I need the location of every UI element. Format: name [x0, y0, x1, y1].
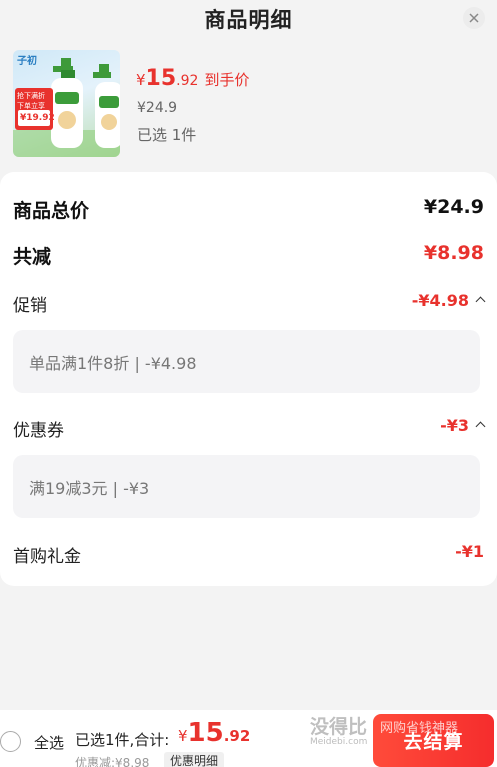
- watermark-sub: Meidebi.com: [310, 737, 368, 747]
- price-integer: 15: [145, 66, 177, 91]
- thumb-promo-2: 下单立享: [17, 102, 45, 110]
- total-reduction-label: 共减: [13, 246, 52, 268]
- close-icon: [469, 13, 479, 23]
- promotion-detail: 单品满1件8折 | -¥4.98: [13, 330, 480, 393]
- total-price-value: ¥24.9: [423, 196, 484, 218]
- coupon-value-group: -¥3: [440, 416, 486, 435]
- promotion-value-group: -¥4.98: [411, 291, 486, 310]
- selected-count: 已选 1件: [137, 126, 197, 144]
- coupon-label: 优惠券: [13, 421, 64, 441]
- sum-decimal: .92: [223, 727, 251, 745]
- promotion-label: 促销: [13, 296, 47, 316]
- thumb-price: ¥19.92: [20, 113, 55, 123]
- discount-detail-button[interactable]: 优惠明细: [164, 752, 225, 767]
- first-gift-row: 首购礼金 -¥1: [13, 542, 484, 570]
- first-gift-value: -¥1: [455, 542, 484, 561]
- price-tag: 到手价: [204, 71, 250, 89]
- original-price: ¥24.9: [137, 100, 178, 116]
- total-price-row: 商品总价 ¥24.9: [13, 196, 484, 224]
- final-price: ¥15.92 到手价: [136, 66, 249, 91]
- product-summary: 子初 抢下满折 下单立享 ¥19.92 ¥15.92 到手价 ¥24.9 已选 1…: [0, 44, 497, 168]
- header: 商品明细: [0, 0, 497, 40]
- price-decimal: .92: [176, 73, 199, 89]
- sum-price: ¥15.92: [178, 718, 250, 748]
- coupon-row[interactable]: 优惠券 -¥3: [13, 416, 486, 444]
- chevron-up-icon[interactable]: [475, 421, 486, 432]
- watermark-main: 没得比: [310, 716, 368, 738]
- page-title: 商品明细: [204, 8, 293, 32]
- sum-label: 已选1件,合计:: [75, 731, 170, 749]
- thumb-promo-1: 抢下满折: [17, 92, 45, 100]
- promotion-value: -¥4.98: [411, 291, 469, 310]
- total-reduction-value: ¥8.98: [423, 242, 484, 264]
- thumb-brand: 子初: [17, 56, 37, 67]
- product-image[interactable]: 子初 抢下满折 下单立享 ¥19.92: [13, 50, 120, 157]
- watermark: 没得比 Meidebi.com 网购省钱神器: [310, 712, 495, 752]
- coupon-detail: 满19减3元 | -¥3: [13, 455, 480, 518]
- total-reduction-row: 共减 ¥8.98: [13, 242, 484, 270]
- price-currency: ¥: [136, 71, 146, 89]
- promotion-row[interactable]: 促销 -¥4.98: [13, 291, 486, 319]
- price-breakdown-card: 商品总价 ¥24.9 共减 ¥8.98 促销 -¥4.98 单品满1件8折 | …: [0, 172, 497, 586]
- total-price-label: 商品总价: [13, 200, 90, 222]
- watermark-right: 网购省钱神器: [380, 721, 459, 736]
- coupon-value: -¥3: [440, 416, 469, 435]
- close-button[interactable]: [463, 7, 485, 29]
- chevron-up-icon[interactable]: [475, 296, 486, 307]
- select-all-label[interactable]: 全选: [34, 732, 64, 753]
- discount-text: 优惠减:¥8.98: [75, 756, 150, 767]
- sum-currency: ¥: [178, 727, 188, 745]
- select-all-radio[interactable]: [0, 731, 21, 752]
- first-gift-label: 首购礼金: [13, 547, 81, 567]
- sum-integer: 15: [187, 718, 224, 748]
